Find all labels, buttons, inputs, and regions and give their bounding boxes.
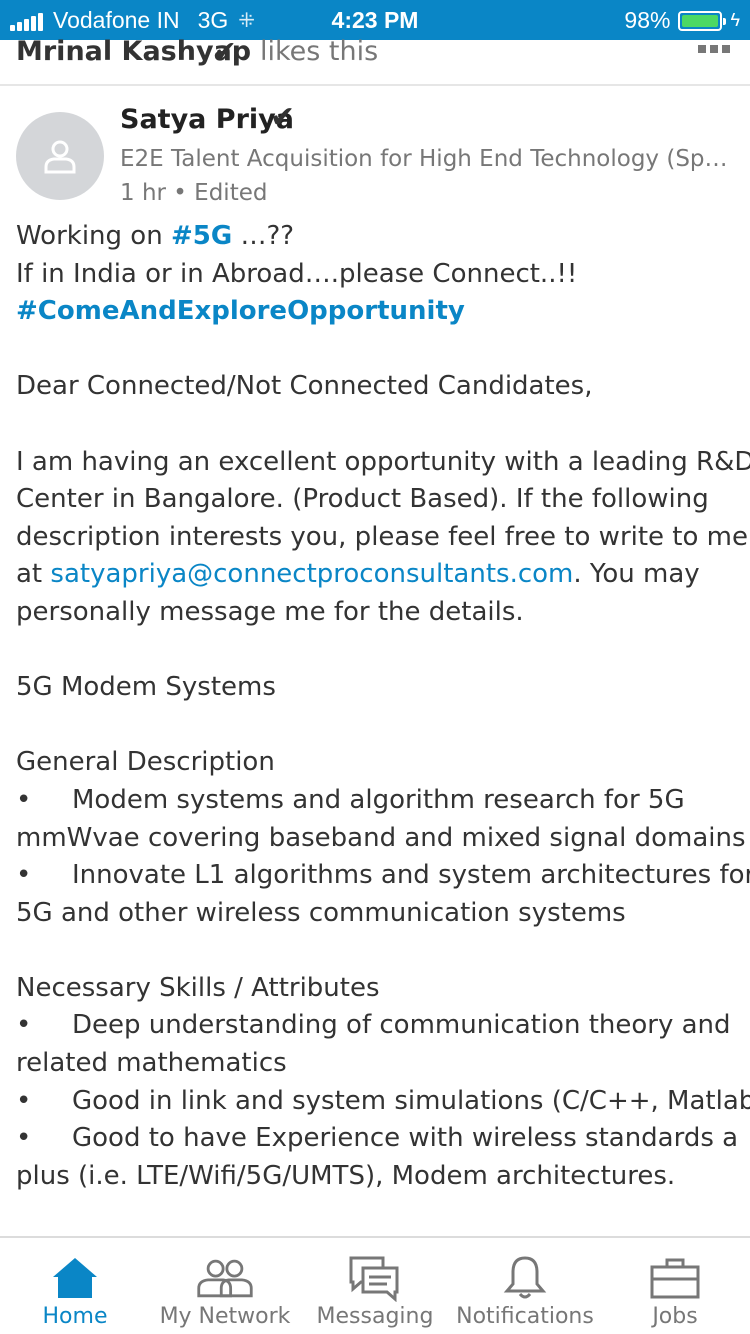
post-line: Necessary Skills / Attributes	[16, 972, 380, 1003]
hashtag-comeandexploreopportunity[interactable]: #ComeAndExploreOpportunity	[16, 296, 465, 326]
nav-my-network[interactable]: My Network	[150, 1238, 300, 1334]
messaging-icon	[345, 1252, 405, 1304]
author-name[interactable]: Satya Priya	[120, 104, 294, 135]
nav-messaging-label: Messaging	[316, 1304, 434, 1329]
post-line: description interests you, please feel f…	[16, 521, 748, 552]
bullet-line: • Good in link and system simulations (C/…	[16, 1085, 750, 1116]
nav-home[interactable]: Home	[0, 1238, 150, 1334]
more-options-icon[interactable]	[694, 45, 730, 53]
post-line: #ComeAndExploreOpportunity	[16, 293, 736, 331]
people-icon	[195, 1252, 255, 1304]
author-avatar[interactable]	[16, 112, 104, 200]
verified-check-icon: ✔	[214, 36, 237, 67]
post-line: Center in Bangalore. (Product Based). If…	[16, 484, 709, 515]
nav-messaging[interactable]: Messaging	[300, 1238, 450, 1334]
social-activity-line: Mrinal Kashyap ✔ likes this	[0, 36, 750, 86]
post-line: mmWvae covering baseband and mixed signa…	[16, 822, 746, 853]
social-action-text: likes this	[260, 36, 379, 67]
author-headline: E2E Talent Acquisition for High End Tech…	[120, 146, 730, 172]
post-line: Dear Connected/Not Connected Candidates,	[16, 371, 593, 402]
nav-my-network-label: My Network	[159, 1304, 291, 1329]
post-line: If in India or in Abroad….please Connect…	[16, 258, 578, 289]
nav-notifications[interactable]: Notifications	[450, 1238, 600, 1334]
post-line: related mathematics	[16, 1048, 287, 1079]
bullet-line: • Good to have Experience with wireless s…	[16, 1123, 739, 1154]
post-line: General Description	[16, 747, 275, 778]
hashtag-5g[interactable]: #5G	[171, 221, 232, 251]
person-icon	[44, 140, 76, 174]
nav-jobs-label: Jobs	[652, 1304, 698, 1329]
post-line: at satyapriya@connectproconsultants.com.…	[16, 559, 700, 590]
post-line: plus (i.e. LTE/Wifi/5G/UMTS), Modem arch…	[16, 1160, 676, 1191]
bottom-navigation: Home My Network Messaging Notifications …	[0, 1236, 750, 1334]
home-icon	[45, 1252, 105, 1304]
bullet-line: • Deep understanding of communication the…	[16, 1010, 731, 1041]
battery-icon	[678, 10, 727, 31]
bullet-line: • Innovate L1 algorithms and system archi…	[16, 860, 750, 891]
post-meta: 1 hr • Edited	[120, 180, 268, 206]
status-bar: Vodafone IN 3G ⁜ 4:23 PM 98% ϟ	[0, 0, 750, 40]
charging-icon: ϟ	[730, 10, 740, 30]
post-line: 5G Modem Systems	[16, 672, 276, 703]
post-body: Working on #5G …?? If in India or in Abr…	[16, 218, 750, 1195]
post-line: Working on #5G …??	[16, 221, 295, 251]
post-line: 5G and other wireless communication syst…	[16, 897, 626, 928]
battery-percent: 98%	[624, 7, 671, 33]
bell-icon	[495, 1252, 555, 1304]
nav-jobs[interactable]: Jobs	[600, 1238, 750, 1334]
post-line: I am having an excellent opportunity wit…	[16, 446, 750, 477]
post-line: personally message me for the details.	[16, 596, 524, 627]
nav-home-label: Home	[42, 1304, 108, 1329]
email-link[interactable]: satyapriya@connectproconsultants.com	[50, 559, 573, 589]
briefcase-icon	[645, 1252, 705, 1304]
author-verified-check-icon: ✔	[270, 100, 296, 135]
bullet-line: • Modem systems and algorithm research fo…	[16, 784, 685, 815]
nav-notifications-label: Notifications	[456, 1304, 594, 1329]
